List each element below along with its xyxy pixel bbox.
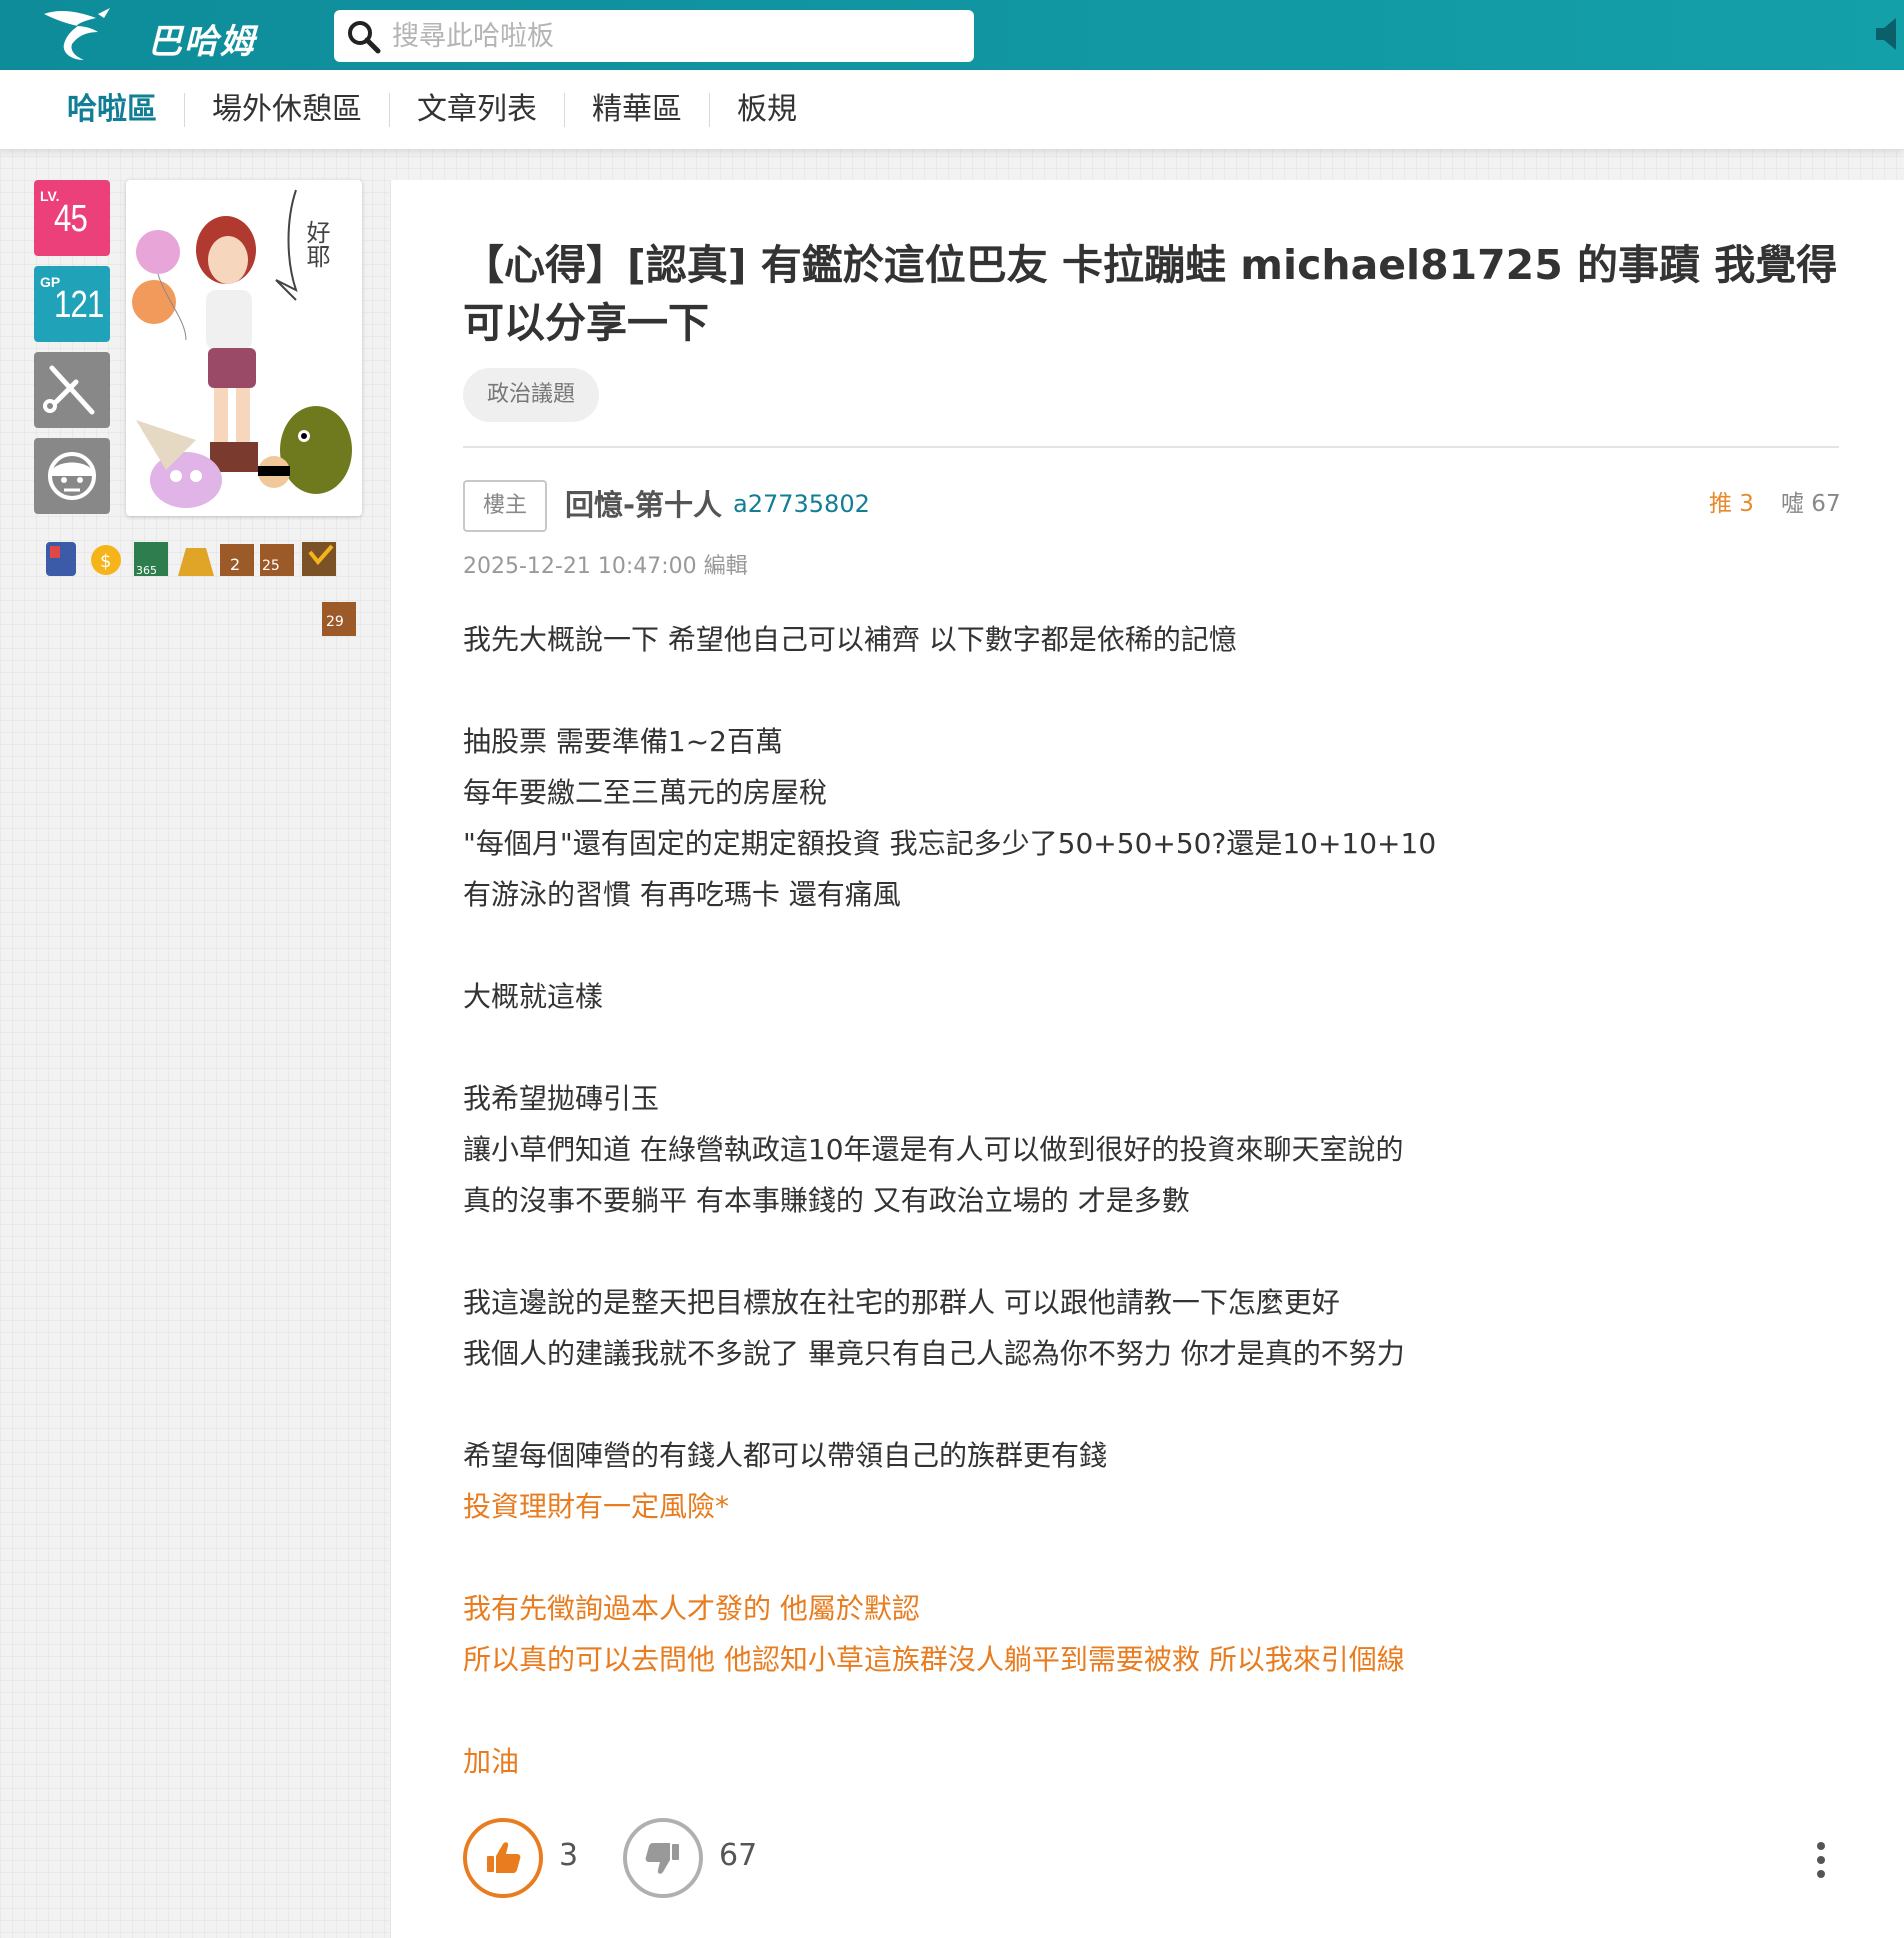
post-body-line: 加油: [463, 1745, 520, 1778]
post-body-line: 投資理財有一定風險*: [463, 1490, 730, 1523]
nav-item-outside-lounge[interactable]: 場外休憩區: [185, 70, 389, 150]
top-header: 巴哈姆特: [0, 0, 1904, 111]
avatar-character-icon: 好耶: [132, 189, 352, 508]
level-value: 45: [54, 198, 88, 240]
nav-item-article-list[interactable]: 文章列表: [390, 70, 564, 150]
face-icon: [48, 452, 96, 500]
coin-badge-icon: $: [91, 545, 121, 575]
post-body-line: 所以真的可以去問他 他認知小草這族群沒人躺平到需要被救 所以我來引個線: [463, 1643, 1405, 1676]
post-body-line: 我有先徵詢過本人才發的 他屬於默認: [463, 1592, 920, 1625]
post-body-line: 有游泳的習慣 有再吃瑪卡 還有痛風: [463, 878, 901, 911]
post-body-line: 讓小草們知道 在綠營執政這10年還是有人可以做到很好的投資來聊天室說的: [463, 1133, 1404, 1166]
29-badge-icon: 29: [322, 602, 356, 636]
level-badge: LV. 45: [34, 180, 110, 256]
post-title: 【心得】[認真] 有鑑於這位巴友 卡拉蹦蛙 michael81725 的事蹟 我…: [463, 241, 1838, 347]
post-body-line: [463, 665, 1839, 716]
bp-button[interactable]: [623, 1818, 703, 1898]
more-options-icon[interactable]: [1807, 1840, 1835, 1880]
knight-badge-icon: [46, 542, 76, 576]
author-id[interactable]: a27735802: [733, 490, 870, 518]
gp-value: 121: [54, 284, 104, 326]
svg-text:2: 2: [230, 555, 240, 574]
nav-item-board-rules[interactable]: 板規: [710, 70, 824, 150]
365-badge-icon: 365: [134, 542, 168, 577]
race-badge[interactable]: [34, 438, 110, 514]
post-body-line: 我個人的建議我就不多說了 畢竟只有自己人認為你不努力 你才是真的不努力: [463, 1337, 1405, 1370]
post-body-line: [463, 1022, 1839, 1073]
board-nav: 哈啦區 場外休憩區 文章列表 精華區 板規: [0, 70, 1904, 150]
speaker-icon[interactable]: [1872, 16, 1904, 52]
gold-badge-icon: [178, 548, 214, 576]
bp-count: 67: [719, 1838, 758, 1873]
post-body-line: [463, 920, 1839, 971]
achievement-badges: $ 365 2 25 29: [40, 538, 366, 648]
search-box[interactable]: [334, 10, 974, 62]
search-input[interactable]: [392, 18, 952, 54]
author-name[interactable]: 回憶-第十人: [565, 482, 722, 524]
post-body-line: 大概就這樣: [463, 980, 604, 1013]
svg-text:$: $: [100, 551, 111, 572]
svg-text:365: 365: [136, 564, 157, 577]
gp-badge: GP 121: [34, 266, 110, 342]
post-body-line: [463, 1379, 1839, 1430]
nav-item-hala[interactable]: 哈啦區: [40, 70, 184, 150]
post-body-line: 我這邊說的是整天把目標放在社宅的那群人 可以跟他請教一下怎麼更好: [463, 1286, 1340, 1319]
site-logo[interactable]: 巴哈姆特: [40, 4, 290, 111]
gp-summary[interactable]: 推 3: [1709, 484, 1754, 518]
svg-text:29: 29: [326, 614, 344, 630]
post-body-line: 真的沒事不要躺平 有本事賺錢的 又有政治立場的 才是多數: [463, 1184, 1190, 1217]
avatar-bubble-text: 好耶: [302, 220, 330, 268]
title-divider: [463, 446, 1839, 448]
dragon-logo-icon: [44, 8, 110, 60]
nav-item-highlights[interactable]: 精華區: [565, 70, 709, 150]
thumbs-down-icon: [645, 1843, 679, 1874]
post-body-line: [463, 1685, 1839, 1736]
25-badge-icon: 25: [260, 544, 294, 576]
1000-badge-icon: [302, 542, 336, 576]
thumbs-up-icon: [487, 1842, 521, 1873]
tools-icon: [43, 365, 95, 415]
2-badge-icon: 2: [220, 544, 254, 576]
floor-badge: 樓主: [463, 480, 547, 532]
post-body-line: [463, 1532, 1839, 1583]
post-body: 我先大概說一下 希望他自己可以補齊 以下數字都是依稀的記憶 抽股票 需要準備1~2…: [463, 614, 1839, 1787]
search-icon[interactable]: [346, 19, 382, 55]
post-body-line: 我希望拋磚引玉: [463, 1082, 660, 1115]
gp-button[interactable]: [463, 1818, 543, 1898]
bp-summary[interactable]: 噓 67: [1781, 484, 1841, 518]
post-body-line: 希望每個陣營的有錢人都可以帶領自己的族群更有錢: [463, 1439, 1108, 1472]
post-body-line: "每個月"還有固定的定期定額投資 我忘記多少了50+50+50?還是10+10+…: [463, 827, 1437, 860]
post-body-line: 抽股票 需要準備1~2百萬: [463, 725, 783, 758]
post-card: 【心得】[認真] 有鑑於這位巴友 卡拉蹦蛙 michael81725 的事蹟 我…: [390, 180, 1904, 1938]
user-avatar[interactable]: 好耶: [126, 180, 362, 516]
badge-strip-icon: $ 365 2 25 29: [46, 542, 356, 636]
post-tag[interactable]: 政治議題: [463, 368, 600, 422]
post-body-line: 每年要繳二至三萬元的房屋稅: [463, 776, 828, 809]
svg-text:25: 25: [262, 558, 280, 574]
gp-count: 3: [559, 1838, 579, 1873]
post-body-line: [463, 1226, 1839, 1277]
career-badge[interactable]: [34, 352, 110, 428]
post-body-line: 我先大概說一下 希望他自己可以補齊 以下數字都是依稀的記憶: [463, 623, 1237, 656]
post-time: 2025-12-21 10:47:00 編輯: [463, 554, 748, 579]
